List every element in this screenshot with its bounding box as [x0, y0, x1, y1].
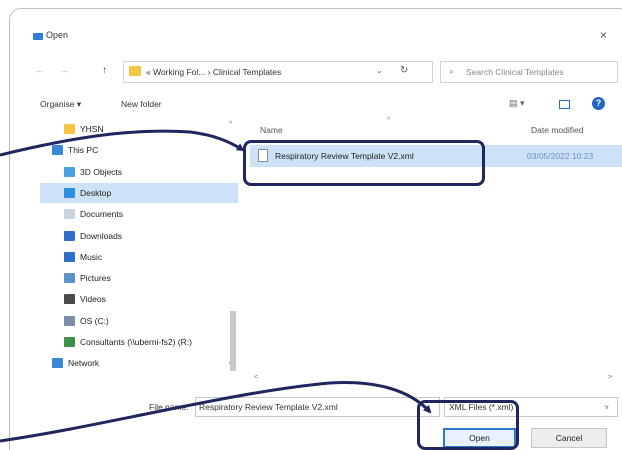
forward-arrow-icon[interactable]: → — [59, 65, 69, 76]
sidebar-item[interactable]: This PC — [40, 140, 238, 160]
sidebar-item-label: OS (C:) — [80, 315, 109, 326]
title-bar: Open × — [10, 9, 622, 42]
file-name-field[interactable]: Respiratory Review Template V2.xml v — [195, 397, 612, 417]
search-input[interactable]: ⌕ Search Clinical Templates — [440, 61, 618, 83]
sidebar-item[interactable]: YHSN — [40, 119, 238, 139]
new-folder-button[interactable]: New folder — [121, 99, 162, 109]
file-date-modified: 03/05/2022 10:23 — [527, 151, 594, 161]
search-placeholder: Search Clinical Templates — [466, 67, 564, 77]
navigation-pane: YHSN This PC 3D Objects Desktop Documents Dow… — [40, 119, 238, 372]
cube-icon — [64, 166, 75, 177]
dialog-footer: File name: Respiratory Review Template V… — [10, 394, 622, 450]
file-highlight-annotation — [243, 140, 485, 186]
pictures-icon — [64, 273, 75, 284]
sidebar-item[interactable]: Consultants (\\uberni-fs2) (R:) — [40, 332, 238, 352]
scroll-thumb[interactable] — [230, 311, 236, 371]
sidebar-item[interactable]: Music — [40, 247, 238, 267]
preview-pane-icon[interactable] — [559, 100, 570, 109]
command-bar: Organise ▾ New folder ▤ ▾ ? — [10, 97, 622, 115]
navigation-bar: ← → ↑ « Working Fol... › Clinical Templa… — [10, 61, 622, 85]
network-icon — [52, 358, 63, 369]
folder-open-icon — [33, 33, 43, 40]
refresh-icon[interactable]: ↻ — [400, 65, 408, 76]
file-name-value: Respiratory Review Template V2.xml — [199, 402, 338, 412]
sidebar-item-label: Consultants (\\uberni-fs2) (R:) — [80, 337, 192, 347]
cancel-button[interactable]: Cancel — [531, 428, 607, 448]
sidebar-item[interactable]: Videos — [40, 289, 238, 309]
close-icon[interactable]: × — [600, 28, 607, 42]
sidebar-item-label: Desktop — [80, 187, 112, 198]
sidebar-item-label: This PC — [68, 145, 99, 156]
sidebar-item-label: Downloads — [80, 230, 123, 241]
column-header-name[interactable]: Name — [260, 125, 283, 135]
sidebar-item-label: 3D Objects — [80, 166, 123, 177]
organise-menu-button[interactable]: Organise ▾ — [40, 99, 81, 110]
documents-icon — [64, 209, 75, 220]
sidebar-item[interactable]: Desktop — [40, 182, 238, 203]
horizontal-scrollbar[interactable]: < > — [246, 374, 621, 384]
sidebar-item-label: Music — [80, 251, 103, 262]
window-title: Open — [46, 30, 69, 40]
back-arrow-icon[interactable]: ← — [35, 65, 45, 76]
navigation-scrollbar[interactable]: ^ v — [228, 121, 238, 371]
address-bar[interactable]: « Working Fol... › Clinical Templates ⌄ … — [123, 61, 433, 83]
open-button-highlight-annotation — [417, 400, 519, 450]
scroll-left-icon[interactable]: < — [254, 374, 258, 381]
computer-icon — [52, 145, 63, 156]
sidebar-item-label: Pictures — [80, 273, 111, 284]
sidebar-item-label: Documents — [80, 209, 123, 220]
sidebar-item-label: YHSN — [80, 124, 104, 134]
search-icon: ⌕ — [449, 66, 455, 76]
sidebar-item-label: Videos — [80, 294, 106, 305]
file-name-label: File name: — [149, 402, 189, 412]
address-path[interactable]: « Working Fol... › Clinical Templates — [146, 67, 281, 77]
music-icon — [64, 251, 75, 262]
sort-indicator-icon: ^ — [387, 117, 391, 124]
help-icon[interactable]: ? — [592, 97, 605, 110]
sidebar-item[interactable]: Downloads — [40, 226, 238, 246]
open-dialog: Open × ← → ↑ « Working Fol... › Clinical… — [9, 8, 622, 450]
sidebar-item[interactable]: Pictures — [40, 268, 238, 288]
drive-icon — [64, 315, 75, 326]
up-arrow-icon[interactable]: ↑ — [102, 65, 107, 76]
network-drive-icon — [64, 337, 75, 347]
folder-icon — [64, 124, 75, 134]
sidebar-item[interactable]: 3D Objects — [40, 162, 238, 182]
downloads-icon — [64, 230, 75, 241]
column-header-date-modified[interactable]: Date modified — [531, 125, 583, 135]
sidebar-item[interactable]: OS (C:) — [40, 311, 238, 331]
folder-icon — [129, 66, 141, 76]
desktop-icon — [64, 187, 75, 198]
sidebar-item[interactable]: Documents — [40, 204, 238, 224]
scroll-up-icon[interactable]: ^ — [229, 121, 232, 128]
scroll-right-icon[interactable]: > — [608, 374, 612, 381]
videos-icon — [64, 294, 75, 305]
chevron-down-icon[interactable]: ⌄ — [376, 66, 383, 75]
chevron-down-icon[interactable]: v — [605, 404, 609, 411]
view-options-icon[interactable]: ▤ ▾ — [509, 98, 525, 109]
sidebar-item-label: Network — [68, 358, 100, 369]
sidebar-item[interactable]: Network — [40, 353, 238, 372]
